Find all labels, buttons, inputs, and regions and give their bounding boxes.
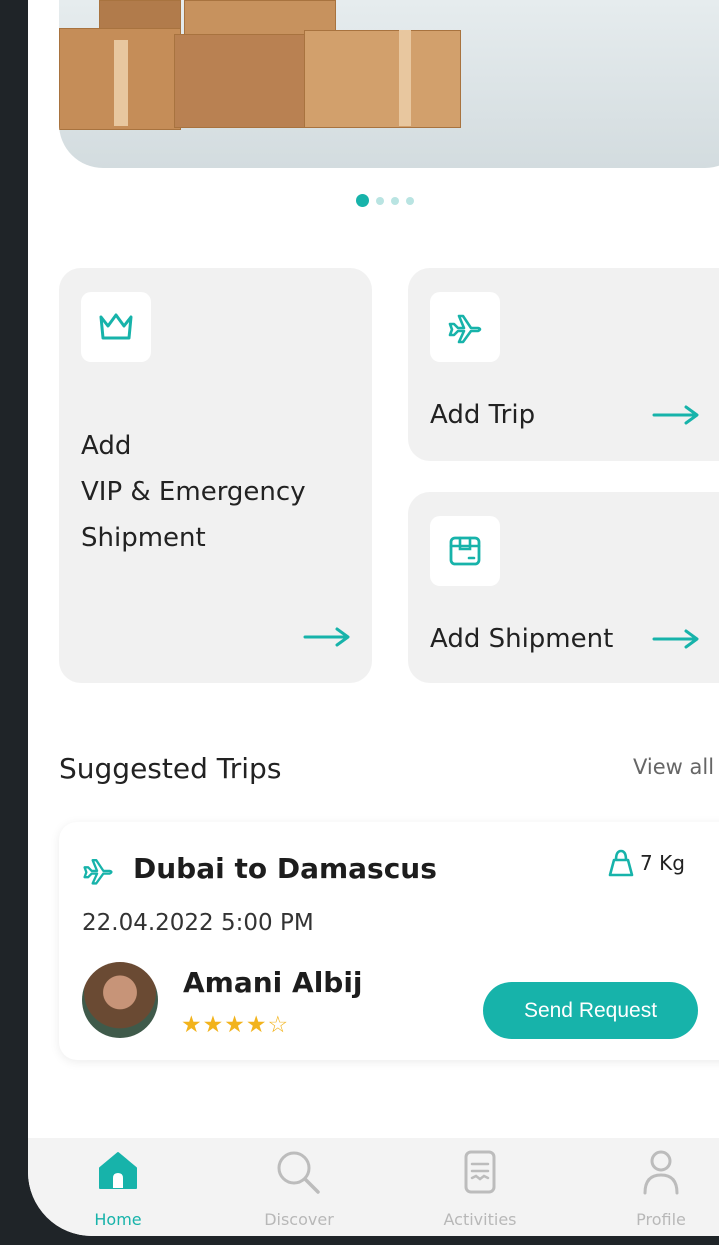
nav-discover-label[interactable]: Discover xyxy=(244,1210,354,1229)
trip-icon-box xyxy=(430,292,500,362)
vip-title-line2: VIP & Emergency xyxy=(81,477,306,507)
traveler-rating: ★★★★☆ xyxy=(181,1012,290,1038)
trip-weight: 7 Kg xyxy=(640,851,685,875)
nav-profile[interactable] xyxy=(606,1148,716,1202)
home-icon xyxy=(99,1152,137,1189)
view-all-link[interactable]: View all xyxy=(633,755,714,779)
banner-box xyxy=(304,30,461,128)
nav-activities-label[interactable]: Activities xyxy=(425,1210,535,1229)
add-trip-label: Add Trip xyxy=(430,400,536,430)
arrow-right-icon xyxy=(652,405,699,425)
document-icon xyxy=(464,1150,496,1194)
carousel-indicator xyxy=(356,194,414,207)
shipment-icon-box xyxy=(430,516,500,586)
carousel-dot[interactable] xyxy=(391,196,399,205)
airplane-icon xyxy=(83,858,113,885)
send-request-button[interactable]: Send Request xyxy=(483,982,698,1039)
user-icon xyxy=(643,1150,679,1195)
add-vip-shipment-card[interactable]: Add VIP & Emergency Shipment xyxy=(59,268,372,683)
package-icon xyxy=(449,536,481,566)
crown-icon xyxy=(99,313,133,340)
carousel-dot[interactable] xyxy=(376,196,384,205)
trip-route: Dubai to Damascus xyxy=(133,852,437,885)
nav-profile-label[interactable]: Profile xyxy=(606,1210,716,1229)
vip-icon-box xyxy=(81,292,151,362)
banner-tape xyxy=(114,40,128,126)
promo-banner[interactable] xyxy=(59,0,719,168)
add-trip-card[interactable]: Add Trip xyxy=(408,268,719,461)
search-icon xyxy=(277,1151,320,1194)
vip-title-line1: Add xyxy=(81,431,132,461)
banner-tape xyxy=(399,30,411,126)
nav-activities[interactable] xyxy=(425,1148,535,1202)
trip-datetime: 22.04.2022 5:00 PM xyxy=(82,910,314,936)
add-shipment-label: Add Shipment xyxy=(430,624,614,654)
nav-discover[interactable] xyxy=(244,1148,354,1202)
airplane-icon xyxy=(448,314,482,344)
carousel-dot[interactable] xyxy=(406,196,414,205)
arrow-right-icon xyxy=(652,629,699,649)
nav-home[interactable] xyxy=(63,1148,173,1196)
banner-box xyxy=(174,34,316,128)
nav-home-label[interactable]: Home xyxy=(63,1210,173,1229)
carousel-dot[interactable] xyxy=(356,194,369,207)
bag-icon xyxy=(608,849,634,877)
vip-title-line3: Shipment xyxy=(81,523,206,553)
suggested-trips-heading: Suggested Trips xyxy=(59,752,282,785)
arrow-right-icon xyxy=(303,627,350,647)
traveler-avatar[interactable] xyxy=(82,962,158,1038)
vip-title: Add VIP & Emergency Shipment xyxy=(81,423,306,561)
traveler-name: Amani Albij xyxy=(183,966,363,999)
add-shipment-card[interactable]: Add Shipment xyxy=(408,492,719,683)
